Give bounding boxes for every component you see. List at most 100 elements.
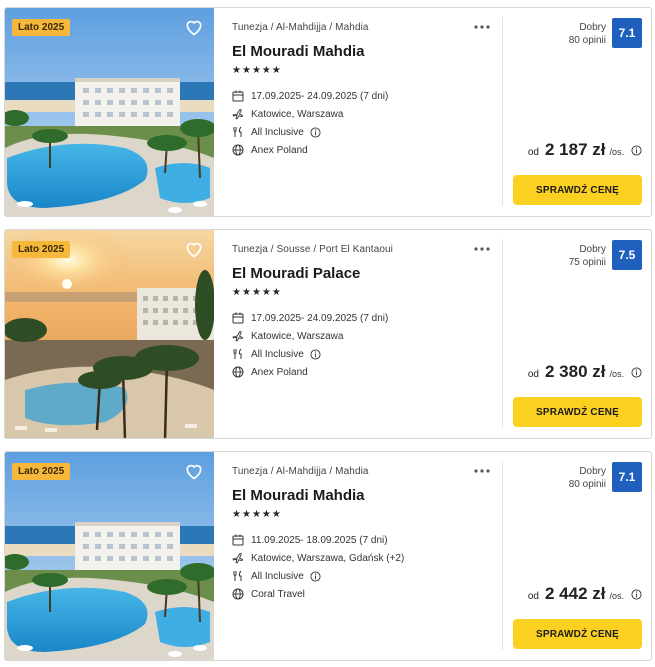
price-value: 2 380 zł [544, 362, 606, 381]
heart-icon[interactable] [184, 17, 204, 37]
departure-airports: Katowice, Warszawa [251, 108, 344, 120]
hotel-name[interactable]: El Mouradi Mahdia [232, 43, 502, 60]
tour-operator: Coral Travel [251, 588, 305, 600]
breadcrumb-location: Tunezja / Sousse / Port El Kantaoui [232, 244, 393, 255]
price-value: 2 187 zł [544, 140, 606, 159]
offer-card[interactable]: Lato 2025 Tunezja / Sousse / Port El Kan… [4, 229, 652, 439]
star-icon: ★ [241, 65, 251, 76]
heart-icon[interactable] [184, 239, 204, 259]
info-icon[interactable] [631, 588, 642, 600]
trip-dates: 11.09.2025- 18.09.2025 (7 dni) [251, 534, 388, 546]
hotel-pool-image [5, 452, 214, 660]
hotel-photo[interactable]: Lato 2025 [5, 452, 214, 660]
rating-label: Dobry [579, 22, 606, 33]
offer-price-panel: Dobry 75 opinii 7.5 od 2 380 zł /os. SPR… [503, 230, 651, 438]
calendar-icon [232, 534, 244, 546]
star-icon: ★ [271, 287, 281, 298]
board-row: All Inclusive [232, 570, 502, 582]
review-count[interactable]: 80 opinii [569, 478, 606, 491]
calendar-icon [232, 90, 244, 102]
star-icon: ★ [251, 287, 261, 298]
breadcrumb-location: Tunezja / Al-Mahdijja / Mahdia [232, 22, 369, 33]
check-price-button[interactable]: SPRAWDŹ CENĘ [513, 397, 642, 427]
star-icon: ★ [232, 287, 241, 298]
offer-card[interactable]: Lato 2025 Tunezja / Al-Mahdijja / Mahdia… [4, 7, 652, 217]
season-badge: Lato 2025 [12, 463, 71, 480]
more-dots-icon[interactable] [473, 244, 491, 254]
globe-icon [232, 366, 244, 378]
star-icon: ★ [232, 65, 241, 76]
cutlery-icon [232, 348, 244, 360]
offer-info: Tunezja / Al-Mahdijja / Mahdia El Mourad… [214, 452, 502, 660]
check-price-button[interactable]: SPRAWDŹ CENĘ [513, 175, 642, 205]
operator-row: Anex Poland [232, 144, 502, 156]
price-line: od 2 380 zł /os. [528, 362, 642, 382]
departure-airports: Katowice, Warszawa [251, 330, 344, 342]
dates-row: 11.09.2025- 18.09.2025 (7 dni) [232, 534, 502, 546]
globe-icon [232, 144, 244, 156]
star-icon: ★ [271, 509, 281, 520]
departure-row: Katowice, Warszawa [232, 330, 502, 342]
board-type: All Inclusive [251, 570, 304, 582]
trip-dates: 17.09.2025- 24.09.2025 (7 dni) [251, 90, 389, 102]
review-count[interactable]: 80 opinii [569, 34, 606, 47]
info-icon[interactable] [631, 144, 642, 156]
departure-row: Katowice, Warszawa, Gdańsk (+2) [232, 552, 502, 564]
cutlery-icon [232, 570, 244, 582]
operator-row: Coral Travel [232, 588, 502, 600]
price-unit: /os. [609, 591, 624, 601]
dates-row: 17.09.2025- 24.09.2025 (7 dni) [232, 312, 502, 324]
board-row: All Inclusive [232, 348, 502, 360]
price-prefix: od [527, 369, 539, 380]
info-icon[interactable] [310, 570, 321, 582]
heart-icon[interactable] [184, 461, 204, 481]
more-dots-icon[interactable] [473, 22, 491, 32]
offer-list: Lato 2025 Tunezja / Al-Mahdijja / Mahdia… [0, 0, 655, 667]
rating-summary: Dobry 80 opinii [569, 21, 606, 47]
info-icon[interactable] [631, 366, 642, 378]
score-badge: 7.1 [612, 462, 642, 492]
offer-card[interactable]: Lato 2025 Tunezja / Al-Mahdijja / Mahdia… [4, 451, 652, 661]
hotel-sunset-image [5, 230, 214, 438]
score-badge: 7.1 [612, 18, 642, 48]
plane-icon [232, 330, 244, 342]
price-unit: /os. [609, 147, 624, 157]
season-badge: Lato 2025 [12, 19, 71, 36]
star-icon: ★ [261, 65, 271, 76]
price-line: od 2 187 zł /os. [528, 140, 642, 160]
hotel-name[interactable]: El Mouradi Palace [232, 265, 502, 282]
star-icon: ★ [261, 509, 271, 520]
info-icon[interactable] [310, 348, 321, 360]
plane-icon [232, 552, 244, 564]
plane-icon [232, 108, 244, 120]
review-count[interactable]: 75 opinii [569, 256, 606, 269]
board-type: All Inclusive [251, 348, 304, 360]
rating-label: Dobry [579, 244, 606, 255]
star-icon: ★ [241, 509, 251, 520]
star-rating: ★ ★ ★ ★ ★ [232, 66, 502, 76]
board-type: All Inclusive [251, 126, 304, 138]
rating-label: Dobry [579, 466, 606, 477]
offer-price-panel: Dobry 80 opinii 7.1 od 2 187 zł /os. SPR… [503, 8, 651, 216]
rating-summary: Dobry 75 opinii [569, 243, 606, 269]
hotel-name[interactable]: El Mouradi Mahdia [232, 487, 502, 504]
board-row: All Inclusive [232, 126, 502, 138]
info-icon[interactable] [310, 126, 321, 138]
star-icon: ★ [251, 509, 261, 520]
departure-airports[interactable]: Katowice, Warszawa, Gdańsk (+2) [251, 553, 404, 564]
dates-row: 17.09.2025- 24.09.2025 (7 dni) [232, 90, 502, 102]
globe-icon [232, 588, 244, 600]
tour-operator: Anex Poland [251, 366, 308, 378]
more-dots-icon[interactable] [473, 466, 491, 476]
price-value: 2 442 zł [544, 584, 606, 603]
star-rating: ★ ★ ★ ★ ★ [232, 510, 502, 520]
hotel-photo[interactable]: Lato 2025 [5, 230, 214, 438]
price-prefix: od [527, 147, 539, 158]
star-icon: ★ [261, 287, 271, 298]
star-icon: ★ [232, 509, 241, 520]
check-price-button[interactable]: SPRAWDŹ CENĘ [513, 619, 642, 649]
hotel-photo[interactable]: Lato 2025 [5, 8, 214, 216]
trip-dates: 17.09.2025- 24.09.2025 (7 dni) [251, 312, 389, 324]
score-badge: 7.5 [612, 240, 642, 270]
star-icon: ★ [241, 287, 251, 298]
